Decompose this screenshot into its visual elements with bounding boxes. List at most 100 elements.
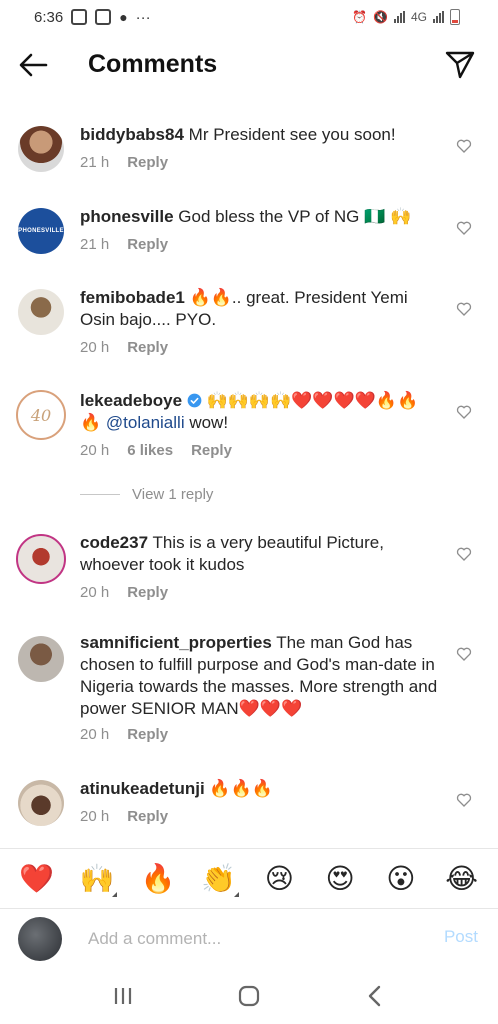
avatar[interactable]: PHONESVILLE	[18, 208, 64, 254]
reply-button[interactable]: Reply	[127, 339, 168, 356]
emoji-heart-eyes-button[interactable]: 😍	[320, 859, 360, 899]
avatar[interactable]	[18, 126, 64, 172]
page-title: Comments	[88, 50, 218, 78]
comment-body: biddybabs84 Mr President see you soon!	[80, 124, 440, 146]
share-button[interactable]	[444, 48, 476, 80]
skin-tone-indicator-icon	[233, 891, 239, 897]
recent-apps-button[interactable]	[103, 976, 143, 1016]
signal-2-icon	[433, 11, 444, 23]
status-left: 6:36 ● ···	[34, 9, 151, 26]
avatar[interactable]	[16, 534, 66, 584]
post-button[interactable]: Post	[444, 927, 478, 947]
network-type-label: 4G	[410, 10, 427, 24]
comment-time: 21 h	[80, 236, 110, 253]
comment-username[interactable]: biddybabs84	[80, 125, 184, 144]
home-button[interactable]	[229, 976, 269, 1016]
avatar[interactable]	[18, 289, 64, 335]
comment-time: 20 h	[80, 726, 110, 743]
comment-time: 21 h	[80, 154, 110, 171]
comment-text-end: wow!	[189, 413, 229, 432]
recent-apps-icon	[114, 988, 132, 1004]
chat-notification-icon: ●	[119, 9, 128, 25]
reply-button[interactable]: Reply	[127, 154, 168, 171]
arrow-left-icon	[19, 53, 48, 77]
comment-text: 🔥🔥🔥	[209, 779, 273, 798]
skin-tone-indicator-icon	[112, 891, 118, 897]
messenger-notification-icon	[71, 9, 88, 25]
emoji-laughing-button[interactable]: 😂	[442, 859, 482, 899]
comment-username[interactable]: atinukeadetunji	[80, 779, 205, 798]
emoji-quick-bar: ❤️ 🙌 🔥 👏 😢 😍 😮 😂	[0, 848, 498, 908]
comment-meta: 21 h Reply	[80, 154, 168, 171]
avatar[interactable]	[18, 780, 64, 826]
home-icon	[238, 985, 260, 1007]
alarm-icon: ⏰	[352, 10, 368, 24]
comment-text: God bless the VP of NG 🇳🇬 🙌	[178, 207, 412, 226]
comment-meta: 20 h Reply	[80, 584, 168, 601]
comment-body: femibobade1 🔥🔥.. great. President Yemi O…	[80, 287, 440, 331]
avatar[interactable]: 40	[16, 390, 66, 440]
comment-body: code237 This is a very beautiful Picture…	[80, 532, 440, 576]
comment-username[interactable]: phonesville	[80, 207, 174, 226]
mute-icon: 🔇	[373, 10, 388, 24]
avatar-logo-text: 40	[30, 405, 52, 425]
reply-button[interactable]: Reply	[191, 442, 232, 459]
signal-icon	[393, 11, 405, 23]
paper-plane-icon	[445, 51, 475, 79]
heart-outline-icon[interactable]	[456, 220, 472, 236]
comment-username[interactable]: samnificient_properties	[80, 633, 272, 652]
comment-text: Mr President see you soon!	[188, 125, 396, 144]
view-replies-label: View 1 reply	[132, 486, 214, 503]
comment-input[interactable]	[88, 925, 408, 953]
comment-username[interactable]: femibobade1	[80, 288, 185, 307]
comment-meta: 20 h Reply	[80, 339, 168, 356]
comment-meta: 21 h Reply	[80, 236, 168, 253]
emoji-surprised-button[interactable]: 😮	[381, 859, 421, 899]
emoji-heart-button[interactable]: ❤️	[16, 859, 56, 899]
back-button[interactable]	[18, 50, 50, 80]
reply-button[interactable]: Reply	[127, 808, 168, 825]
heart-outline-icon[interactable]	[456, 792, 472, 808]
emoji-crying-button[interactable]: 😢	[259, 859, 299, 899]
comment-body: lekeadeboye 🙌🙌🙌🙌❤️❤️❤️❤️🔥🔥 🔥 @tolanialli…	[80, 390, 440, 434]
emoji-raised-hands-button[interactable]: 🙌	[77, 859, 118, 899]
emoji-glyph: 🙌	[79, 863, 115, 894]
reply-button[interactable]: Reply	[127, 584, 168, 601]
avatar-logo-text: PHONESVILLE	[18, 228, 64, 234]
header: Comments	[0, 34, 498, 96]
comment-meta: 20 h Reply	[80, 808, 168, 825]
view-replies-button[interactable]: View 1 reply	[80, 486, 213, 503]
comment-body: samnificient_properties The man God has …	[80, 632, 440, 720]
system-nav-bar	[0, 968, 498, 1024]
emoji-glyph: 👏	[201, 863, 237, 894]
heart-outline-icon[interactable]	[456, 138, 472, 154]
view-replies-divider	[80, 494, 120, 495]
comment-time: 20 h	[80, 442, 110, 459]
avatar	[18, 917, 62, 961]
status-right: ⏰ 🔇 4G	[352, 9, 460, 25]
reply-button[interactable]: Reply	[127, 726, 168, 743]
comment-body: atinukeadetunji 🔥🔥🔥	[80, 778, 440, 800]
comment-input-bar: Post	[0, 908, 498, 968]
status-time: 6:36	[34, 8, 64, 26]
comment-username[interactable]: code237	[80, 533, 148, 552]
avatar[interactable]	[18, 636, 64, 682]
chevron-left-icon	[368, 985, 381, 1007]
heart-outline-icon[interactable]	[456, 646, 472, 662]
system-back-button[interactable]	[355, 976, 395, 1016]
comment-time: 20 h	[80, 339, 110, 356]
comment-username[interactable]: lekeadeboye	[80, 391, 182, 410]
comment-time: 20 h	[80, 584, 110, 601]
heart-outline-icon[interactable]	[456, 546, 472, 562]
verified-badge-icon	[187, 393, 202, 408]
likes-count[interactable]: 6 likes	[127, 442, 173, 459]
battery-icon	[450, 9, 460, 25]
reply-button[interactable]: Reply	[127, 236, 168, 253]
emoji-fire-button[interactable]: 🔥	[138, 859, 178, 899]
heart-outline-icon[interactable]	[456, 301, 472, 317]
heart-outline-icon[interactable]	[456, 404, 472, 420]
comment-meta: 20 h 6 likes Reply	[80, 442, 232, 459]
emoji-clap-button[interactable]: 👏	[199, 859, 239, 899]
status-bar: 6:36 ● ··· ⏰ 🔇 4G	[0, 0, 498, 34]
mention-link[interactable]: @tolanialli	[106, 413, 185, 432]
